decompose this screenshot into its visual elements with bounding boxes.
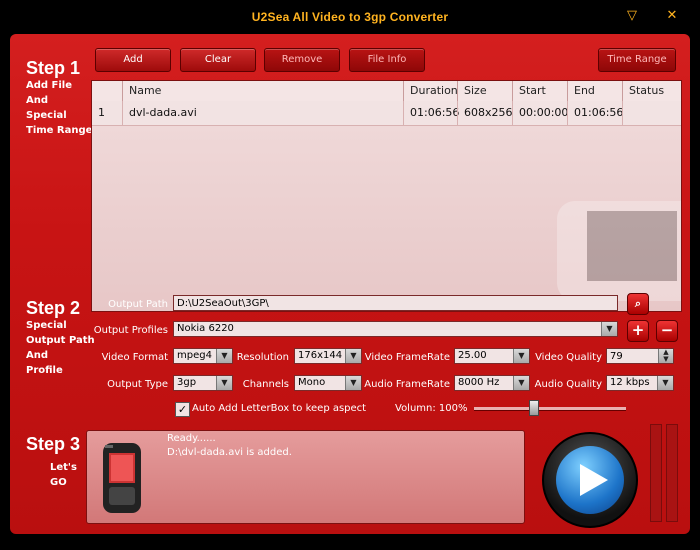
minimize-icon[interactable]: ▽ — [624, 8, 640, 24]
step2-desc-line: And — [26, 350, 49, 361]
output-type-value: 3gp — [177, 377, 197, 388]
step1-desc: Add File And Special Time Range — [26, 78, 92, 138]
channels-label: Channels — [242, 379, 289, 390]
table-row[interactable]: 1 dvl-dada.avi 01:06:56 608x256 00:00:00… — [92, 101, 681, 126]
table-header: Name Duration Size Start End Status — [92, 81, 681, 102]
audio-quality-select[interactable]: 12 kbps ▼ — [606, 375, 674, 391]
channels-value: Mono — [298, 377, 326, 388]
chevron-down-icon: ▼ — [513, 349, 529, 363]
video-format-select[interactable]: mpeg4 ▼ — [173, 348, 233, 364]
volume-slider[interactable] — [474, 407, 626, 411]
resolution-select[interactable]: 176x144 ▼ — [294, 348, 362, 364]
play-icon — [556, 446, 624, 514]
log-line: D:\dvl-dada.avi is added. — [167, 447, 292, 458]
step1-desc-line: Time Range — [26, 125, 93, 136]
step1-desc-line: And — [26, 95, 49, 106]
log-line: Ready...... — [167, 433, 216, 444]
step1-desc-line: Add File — [26, 80, 73, 91]
window-title: U2Sea All Video to 3gp Converter — [251, 10, 449, 24]
resolution-label: Resolution — [236, 352, 289, 363]
step2-desc: Special Output Path And Profile — [26, 318, 95, 378]
video-framerate-value: 25.00 — [458, 350, 487, 361]
col-start-header[interactable]: Start — [512, 81, 567, 101]
row-start: 00:00:00 — [512, 101, 568, 125]
audio-quality-value: 12 kbps — [610, 377, 650, 388]
step2-desc-line: Profile — [26, 365, 63, 376]
audio-framerate-value: 8000 Hz — [458, 377, 500, 388]
step2-title: Step 2 — [26, 298, 81, 318]
output-type-label: Output Type — [107, 379, 168, 390]
add-button[interactable]: Add — [95, 48, 171, 72]
output-profile-select[interactable]: Nokia 6220 ▼ — [173, 321, 618, 337]
file-info-button[interactable]: File Info — [349, 48, 425, 72]
output-profiles-label: Output Profiles — [93, 325, 168, 336]
video-format-value: mpeg4 — [177, 350, 212, 361]
row-end: 01:06:56 — [567, 101, 623, 125]
chevron-down-icon: ▼ — [345, 376, 361, 390]
step2-desc-line: Special — [26, 320, 67, 331]
step3-desc: Let's GO — [50, 460, 77, 490]
clear-button[interactable]: Clear — [180, 48, 256, 72]
chevron-down-icon: ▼ — [513, 376, 529, 390]
audio-quality-label: Audio Quality — [534, 379, 602, 390]
main-panel: Step 1 Add File And Special Time Range A… — [10, 34, 690, 534]
step1-desc-line: Special — [26, 110, 67, 121]
row-size: 608x256 — [457, 101, 513, 125]
close-icon[interactable]: ✕ — [664, 8, 680, 24]
video-format-label: Video Format — [101, 352, 168, 363]
output-path-field[interactable]: D:\U2SeaOut\3GP\ — [173, 295, 618, 311]
video-quality-label: Video Quality — [535, 352, 602, 363]
volume-slider-thumb[interactable] — [529, 400, 539, 416]
col-status-header[interactable]: Status — [622, 81, 681, 101]
spin-arrows-icon[interactable]: ▲ ▼ — [658, 349, 673, 363]
video-quality-value: 79 — [610, 351, 623, 362]
col-end-header[interactable]: End — [567, 81, 622, 101]
step3-desc-line: GO — [50, 477, 67, 488]
step3-desc-line: Let's — [50, 462, 77, 473]
step2-desc-line: Output Path — [26, 335, 95, 346]
chevron-down-icon: ▼ — [657, 376, 673, 390]
audio-framerate-label: Audio FrameRate — [364, 379, 450, 390]
remove-button[interactable]: Remove — [264, 48, 340, 72]
video-quality-stepper[interactable]: 79 ▲ ▼ — [606, 348, 674, 364]
level-meter-left — [650, 424, 662, 522]
col-index-header[interactable] — [92, 81, 122, 101]
letterbox-checkbox[interactable]: ✓ — [175, 402, 190, 417]
output-type-select[interactable]: 3gp ▼ — [173, 375, 233, 391]
level-meter-right — [666, 424, 678, 522]
col-name-header[interactable]: Name — [122, 81, 403, 101]
time-range-button[interactable]: Time Range — [598, 48, 676, 72]
letterbox-label: Auto Add LetterBox to keep aspect — [192, 403, 367, 414]
row-name: dvl-dada.avi — [122, 101, 403, 125]
resolution-value: 176x144 — [298, 350, 343, 361]
output-path-label: Output Path — [108, 299, 168, 310]
video-framerate-label: Video FrameRate — [364, 352, 450, 363]
add-profile-button[interactable]: + — [627, 320, 649, 342]
step1-title: Step 1 — [26, 58, 81, 78]
step3-title: Step 3 — [26, 434, 81, 454]
convert-play-button[interactable] — [542, 432, 638, 528]
browse-folder-icon[interactable]: ⌕ — [627, 293, 649, 315]
remove-profile-button[interactable]: − — [656, 320, 678, 342]
row-duration: 01:06:56 — [403, 101, 459, 125]
col-size-header[interactable]: Size — [457, 81, 512, 101]
audio-framerate-select[interactable]: 8000 Hz ▼ — [454, 375, 530, 391]
row-index: 1 — [98, 106, 105, 119]
title-bar: U2Sea All Video to 3gp Converter ▽ ✕ — [0, 0, 700, 34]
phone-watermark-icon — [557, 201, 681, 301]
phone-icon — [103, 443, 141, 513]
volume-label: Volumn: 100% — [395, 403, 468, 414]
app-window: U2Sea All Video to 3gp Converter ▽ ✕ Ste… — [0, 0, 700, 550]
chevron-down-icon: ▼ — [601, 322, 617, 336]
chevron-down-icon: ▼ — [345, 349, 361, 363]
col-duration-header[interactable]: Duration — [403, 81, 458, 101]
channels-select[interactable]: Mono ▼ — [294, 375, 362, 391]
row-status — [622, 101, 681, 125]
output-profile-value: Nokia 6220 — [177, 323, 234, 334]
file-table[interactable]: Name Duration Size Start End Status 1 dv… — [91, 80, 682, 312]
video-framerate-select[interactable]: 25.00 ▼ — [454, 348, 530, 364]
status-log: Ready...... D:\dvl-dada.avi is added. — [86, 430, 525, 524]
